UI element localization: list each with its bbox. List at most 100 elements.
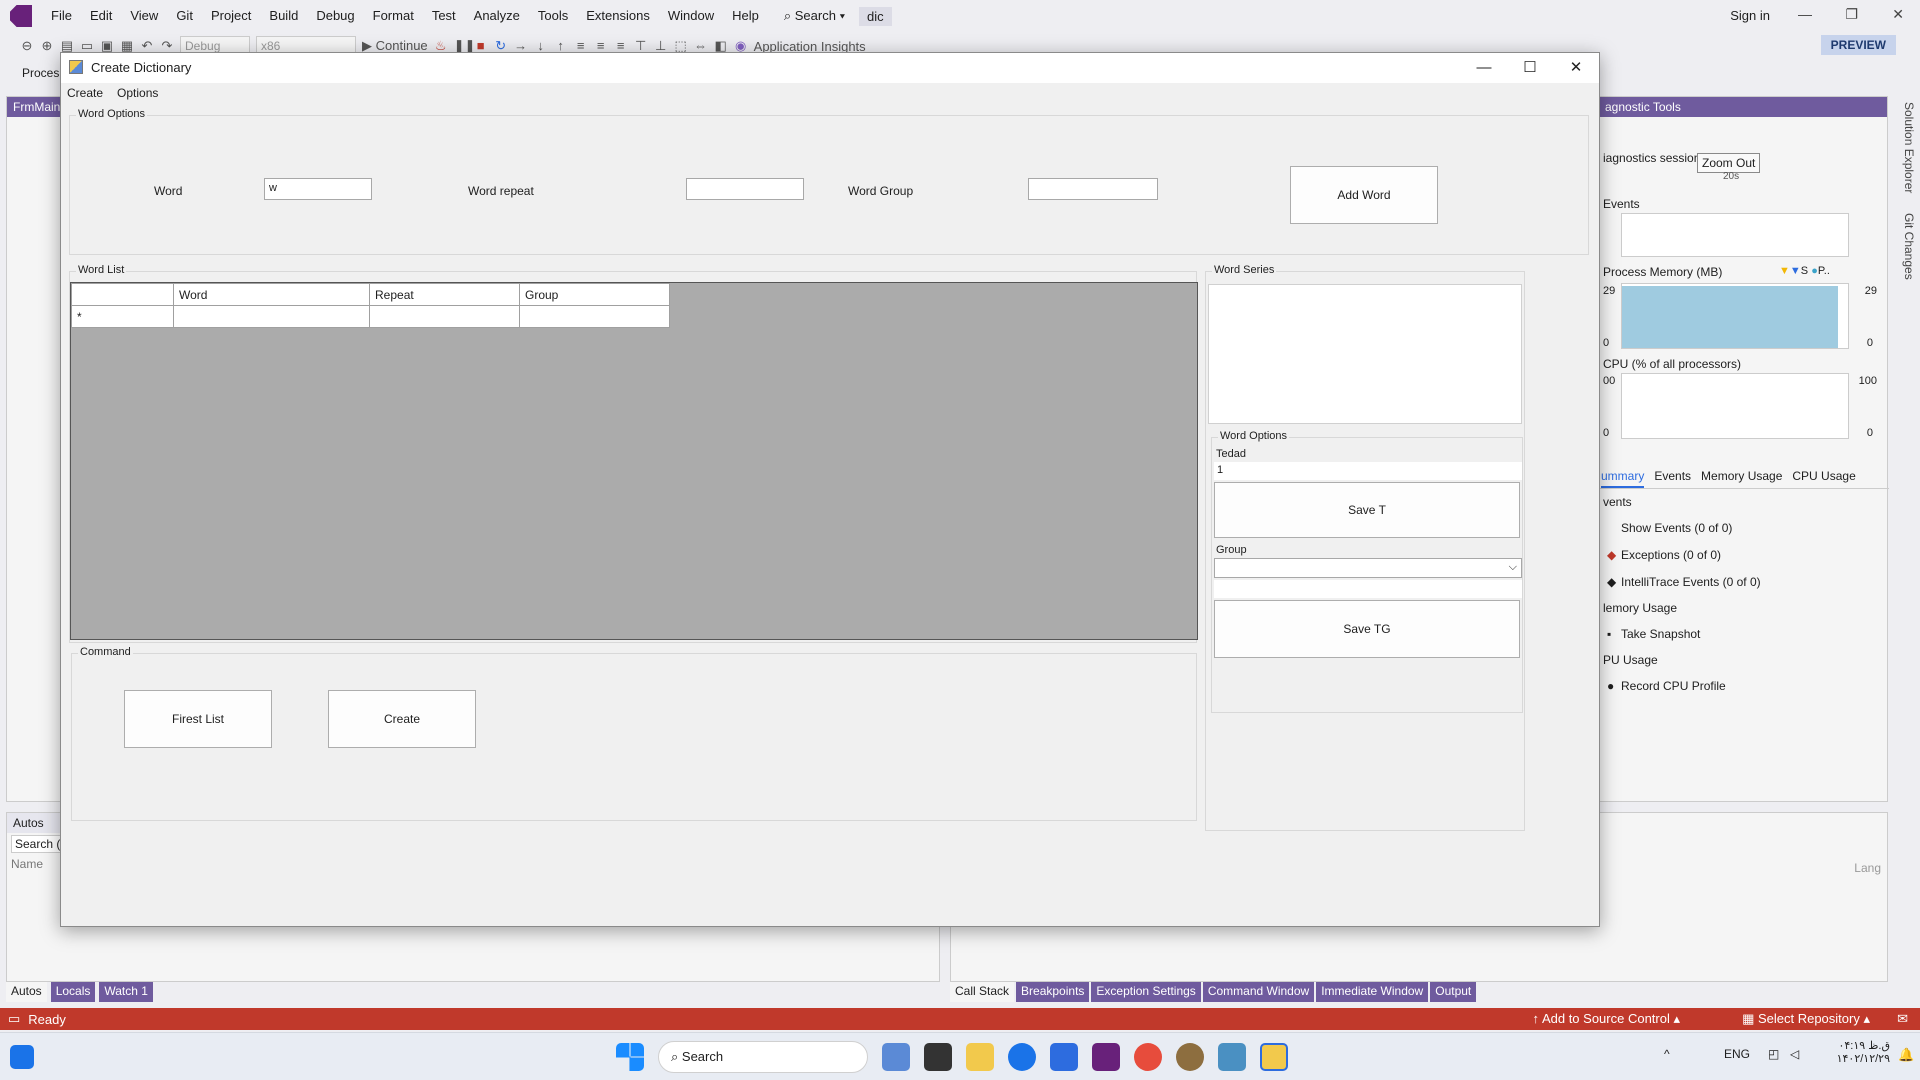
- hot-reload-icon[interactable]: ♨: [434, 39, 448, 53]
- terminal-icon[interactable]: [924, 1043, 952, 1071]
- language-indicator[interactable]: ENG: [1724, 1047, 1750, 1061]
- same-size-icon[interactable]: ⬚: [674, 39, 688, 53]
- first-list-button[interactable]: Firest List: [124, 690, 272, 748]
- group-select[interactable]: ⌵: [1214, 558, 1522, 578]
- menu-window[interactable]: Window: [659, 0, 723, 32]
- group-text-input[interactable]: [1214, 580, 1522, 598]
- restart-icon[interactable]: ↻: [494, 39, 508, 53]
- align-left-icon[interactable]: ≡: [574, 39, 588, 53]
- grid-cell-group[interactable]: [519, 305, 670, 328]
- menu-test[interactable]: Test: [423, 0, 465, 32]
- back-icon[interactable]: ⊖: [20, 39, 34, 53]
- menu-format[interactable]: Format: [364, 0, 423, 32]
- step-into-icon[interactable]: ↓: [534, 39, 548, 53]
- column-header-repeat[interactable]: Repeat: [369, 283, 520, 306]
- exceptions-link[interactable]: Exceptions (0 of 0): [1621, 548, 1721, 562]
- tab-locals[interactable]: Locals: [50, 982, 96, 1002]
- menu-build[interactable]: Build: [260, 0, 307, 32]
- table-row[interactable]: *: [71, 305, 670, 328]
- menu-options[interactable]: Options: [117, 86, 158, 100]
- pause-icon[interactable]: ❚❚: [454, 39, 476, 53]
- word-group-input[interactable]: [1028, 178, 1158, 200]
- dialog-maximize-icon[interactable]: ☐: [1507, 53, 1553, 83]
- word-list-grid[interactable]: Word Repeat Group *: [70, 282, 1198, 640]
- take-snapshot-button[interactable]: Take Snapshot: [1621, 627, 1700, 641]
- grid-cell-word[interactable]: [173, 305, 370, 328]
- notifications-icon[interactable]: ✉: [1897, 1011, 1908, 1027]
- file-explorer-icon[interactable]: [966, 1043, 994, 1071]
- step-out-icon[interactable]: ↑: [554, 39, 568, 53]
- tab-autos[interactable]: Autos: [6, 982, 47, 1002]
- align-middle-icon[interactable]: ⊥: [654, 39, 668, 53]
- desktop-widget-icon[interactable]: [10, 1045, 34, 1069]
- preview-badge[interactable]: PREVIEW: [1820, 35, 1896, 55]
- dialog-close-icon[interactable]: ✕: [1553, 53, 1599, 83]
- store-icon[interactable]: [1050, 1043, 1078, 1071]
- align-center-icon[interactable]: ≡: [594, 39, 608, 53]
- tab-events[interactable]: Events: [1654, 469, 1691, 488]
- align-right-icon[interactable]: ≡: [614, 39, 628, 53]
- record-cpu-profile-button[interactable]: Record CPU Profile: [1621, 679, 1726, 693]
- git-changes-tab[interactable]: Git Changes: [1890, 213, 1916, 280]
- tab-immediate-window[interactable]: Immediate Window: [1316, 982, 1429, 1002]
- monitor-icon[interactable]: [1218, 1043, 1246, 1071]
- volume-icon[interactable]: ◁: [1790, 1047, 1799, 1061]
- add-source-control-button[interactable]: ↑ Add to Source Control ▴: [1533, 1011, 1680, 1027]
- chrome-icon[interactable]: [1134, 1043, 1162, 1071]
- add-word-button[interactable]: Add Word: [1290, 166, 1438, 224]
- menu-edit[interactable]: Edit: [81, 0, 121, 32]
- wifi-icon[interactable]: ◰: [1768, 1047, 1779, 1061]
- tab-exception-settings[interactable]: Exception Settings: [1091, 982, 1201, 1002]
- save-tg-button[interactable]: Save TG: [1214, 600, 1520, 658]
- menu-analyze[interactable]: Analyze: [465, 0, 529, 32]
- tab-breakpoints[interactable]: Breakpoints: [1016, 982, 1090, 1002]
- tab-output[interactable]: Output: [1430, 982, 1477, 1002]
- visual-studio-task-icon[interactable]: [1092, 1043, 1120, 1071]
- dialog-minimize-icon[interactable]: —: [1461, 53, 1507, 83]
- tab-call-stack[interactable]: Call Stack: [950, 982, 1015, 1002]
- tab-command-window[interactable]: Command Window: [1202, 982, 1315, 1002]
- sign-in-link[interactable]: Sign in: [1730, 8, 1770, 23]
- redo-icon[interactable]: ↷: [160, 39, 174, 53]
- menu-help[interactable]: Help: [723, 0, 768, 32]
- menu-git[interactable]: Git: [167, 0, 202, 32]
- solution-explorer-tab[interactable]: Solution Explorer: [1890, 102, 1916, 193]
- undo-icon[interactable]: ↶: [140, 39, 154, 53]
- tab-memory-usage[interactable]: Memory Usage: [1701, 469, 1782, 488]
- stop-icon[interactable]: ■: [474, 39, 488, 53]
- winforms-app-icon[interactable]: [1260, 1043, 1288, 1071]
- save-icon[interactable]: ▣: [100, 39, 114, 53]
- menu-project[interactable]: Project: [202, 0, 260, 32]
- word-input[interactable]: w: [264, 178, 372, 200]
- create-button[interactable]: Create: [328, 690, 476, 748]
- open-folder-icon[interactable]: ▭: [80, 39, 94, 53]
- word-series-list[interactable]: [1208, 284, 1522, 424]
- show-events-link[interactable]: Show Events (0 of 0): [1621, 521, 1732, 535]
- align-top-icon[interactable]: ⊤: [634, 39, 648, 53]
- menu-view[interactable]: View: [121, 0, 167, 32]
- new-file-icon[interactable]: ▤: [60, 39, 74, 53]
- app-icon[interactable]: [1176, 1043, 1204, 1071]
- tab-cpu-usage[interactable]: CPU Usage: [1792, 469, 1855, 488]
- tray-chevron-icon[interactable]: ^: [1664, 1047, 1670, 1061]
- bell-icon[interactable]: 🔔: [1898, 1047, 1914, 1063]
- save-t-button[interactable]: Save T: [1214, 482, 1520, 538]
- menu-file[interactable]: File: [42, 0, 81, 32]
- save-all-icon[interactable]: ▦: [120, 39, 134, 53]
- column-header-group[interactable]: Group: [519, 283, 670, 306]
- spacing-icon[interactable]: ⇔: [694, 39, 708, 53]
- tab-watch1[interactable]: Watch 1: [99, 982, 153, 1002]
- frmmain-doc-tab[interactable]: FrmMain: [7, 97, 65, 117]
- minimize-icon[interactable]: —: [1798, 6, 1812, 22]
- menu-create[interactable]: Create: [67, 86, 103, 100]
- step-over-icon[interactable]: →: [514, 39, 528, 53]
- taskbar-search[interactable]: ⌕ Search: [658, 1041, 868, 1073]
- select-repository-button[interactable]: ▦ Select Repository ▴: [1742, 1011, 1870, 1027]
- edge-icon[interactable]: [1008, 1043, 1036, 1071]
- lightbulb-icon[interactable]: ◉: [734, 39, 748, 53]
- menu-tools[interactable]: Tools: [529, 0, 577, 32]
- menu-extensions[interactable]: Extensions: [577, 0, 659, 32]
- bring-front-icon[interactable]: ◧: [714, 39, 728, 53]
- tab-summary[interactable]: ummary: [1601, 469, 1645, 488]
- copilot-icon[interactable]: [882, 1043, 910, 1071]
